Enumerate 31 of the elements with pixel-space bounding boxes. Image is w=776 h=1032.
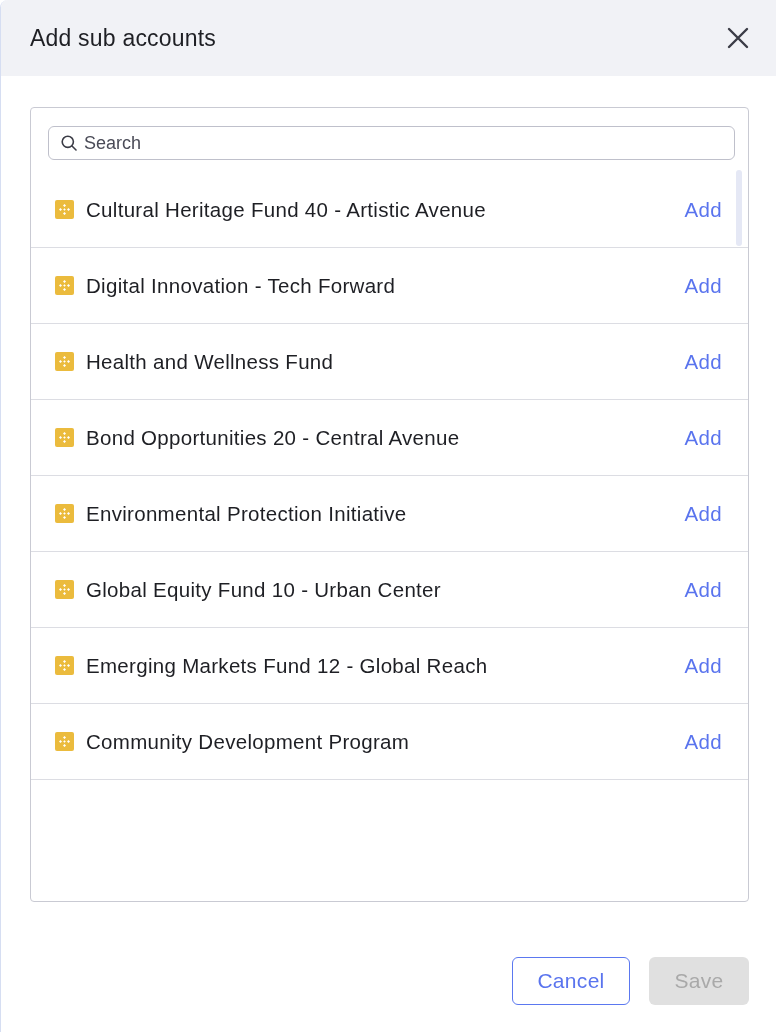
- add-link[interactable]: Add: [684, 653, 722, 678]
- account-name: Bond Opportunities 20 - Central Avenue: [86, 425, 461, 450]
- add-link[interactable]: Add: [684, 349, 722, 374]
- account-name: Environmental Protection Initiative: [86, 501, 408, 526]
- search-field[interactable]: Search: [48, 126, 735, 160]
- diamond-tile-icon: [55, 732, 74, 751]
- add-link[interactable]: Add: [684, 729, 722, 754]
- account-name: Digital Innovation - Tech Forward: [86, 273, 397, 298]
- account-name: Global Equity Fund 10 - Urban Center: [86, 577, 442, 602]
- account-name: Emerging Markets Fund 12 - Global Reach: [86, 653, 489, 678]
- add-link[interactable]: Add: [684, 425, 722, 450]
- close-icon: [727, 27, 749, 49]
- account-name: Cultural Heritage Fund 40 - Artistic Avenue: [86, 197, 487, 222]
- diamond-tile-icon: [55, 200, 74, 219]
- account-name: Community Development Program: [86, 729, 411, 754]
- diamond-tile-icon: [55, 428, 74, 447]
- add-link[interactable]: Add: [684, 501, 722, 526]
- diamond-tile-icon: [55, 656, 74, 675]
- cancel-button[interactable]: Cancel: [512, 957, 630, 1005]
- close-button[interactable]: [726, 26, 750, 50]
- add-link[interactable]: Add: [684, 197, 722, 222]
- search-icon: [61, 135, 77, 151]
- add-link[interactable]: Add: [684, 273, 722, 298]
- diamond-tile-icon: [55, 352, 74, 371]
- scrollbar-thumb[interactable]: [736, 170, 742, 246]
- diamond-tile-icon: [55, 276, 74, 295]
- diamond-tile-icon: [55, 580, 74, 599]
- diamond-tile-icon: [55, 504, 74, 523]
- account-name: Health and Wellness Fund: [86, 349, 335, 374]
- dialog-title: Add sub accounts: [30, 24, 217, 52]
- add-link[interactable]: Add: [684, 577, 722, 602]
